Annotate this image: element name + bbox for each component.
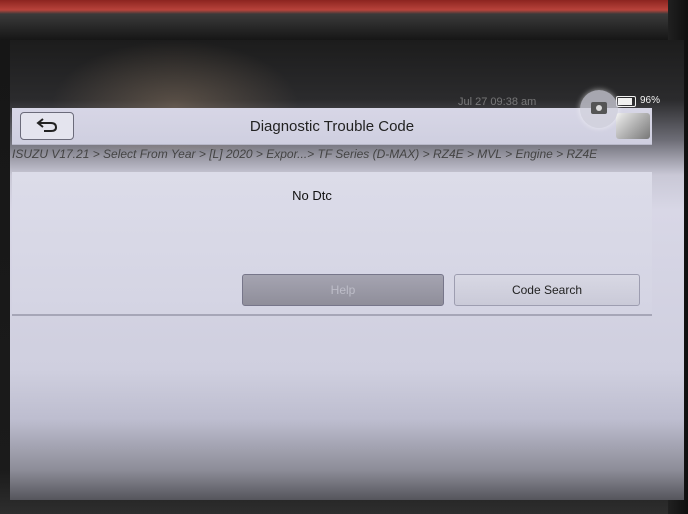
no-dtc-message: No Dtc <box>292 188 332 203</box>
screenshot-button[interactable] <box>580 90 618 128</box>
app-header: Diagnostic Trouble Code <box>12 108 652 145</box>
help-button[interactable]: Help <box>242 274 444 306</box>
dtc-result-panel: No Dtc Help Code Search <box>12 172 652 316</box>
status-time: Jul 27 09:38 am <box>458 96 537 108</box>
camera-icon <box>591 102 607 114</box>
menu-icon[interactable] <box>616 113 650 139</box>
page-title: Diagnostic Trouble Code <box>249 118 415 135</box>
code-search-button[interactable]: Code Search <box>454 274 640 306</box>
battery-icon <box>616 96 636 107</box>
battery-percentage: 96% <box>640 95 661 106</box>
breadcrumb: ISUZU V17.21 > Select From Year > [L] 20… <box>12 147 598 161</box>
